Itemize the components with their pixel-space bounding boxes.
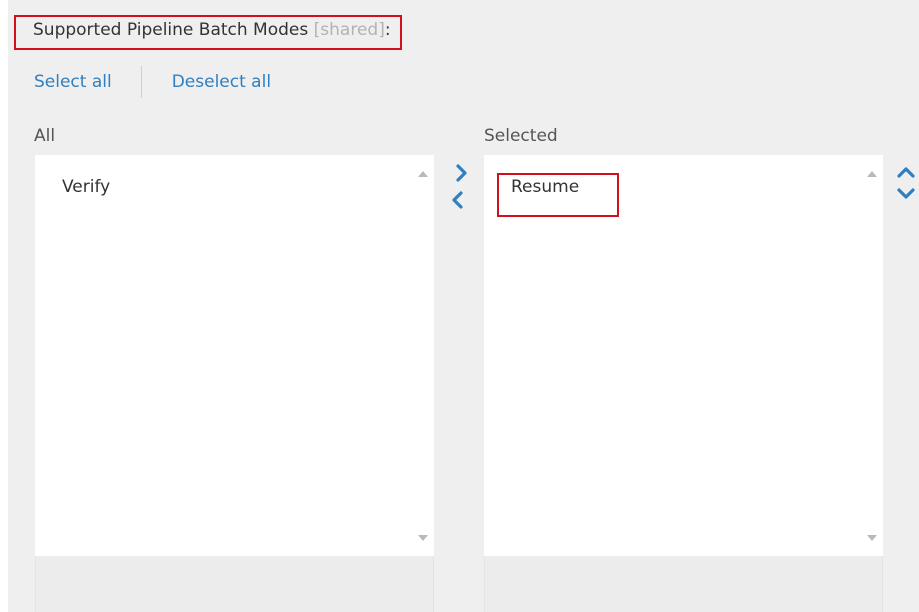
deselect-all-link[interactable]: Deselect all xyxy=(172,72,271,92)
all-list[interactable]: Verify xyxy=(35,155,434,556)
chevron-down-icon xyxy=(897,188,915,199)
move-down-button[interactable] xyxy=(895,182,917,204)
field-label: Supported Pipeline Batch Modes xyxy=(33,20,309,40)
all-list-scroll-up-icon[interactable] xyxy=(418,171,428,177)
move-up-button[interactable] xyxy=(895,162,917,184)
chevron-right-icon xyxy=(456,164,467,182)
selected-list-label: Selected xyxy=(484,126,558,146)
all-list-label: All xyxy=(34,126,56,146)
shared-tag: [shared] xyxy=(313,20,385,40)
all-list-scroll-down-icon[interactable] xyxy=(418,535,428,541)
selected-list-footer xyxy=(484,556,883,612)
all-list-footer xyxy=(35,556,434,612)
link-divider xyxy=(140,66,142,98)
selected-list[interactable]: Resume xyxy=(484,155,883,556)
select-all-link[interactable]: Select all xyxy=(34,72,112,92)
list-item-resume[interactable]: Resume xyxy=(511,177,579,197)
move-left-button[interactable] xyxy=(447,189,469,211)
chevron-up-icon xyxy=(897,167,915,178)
selection-links: Select all Deselect all xyxy=(34,66,271,98)
selected-list-scroll-down-icon[interactable] xyxy=(867,535,877,541)
chevron-left-icon xyxy=(452,191,463,209)
field-title: Supported Pipeline Batch Modes [shared]: xyxy=(33,18,391,42)
selected-list-scroll-up-icon[interactable] xyxy=(867,171,877,177)
move-right-button[interactable] xyxy=(450,162,472,184)
list-item-verify[interactable]: Verify xyxy=(62,177,110,197)
field-colon: : xyxy=(384,20,391,40)
